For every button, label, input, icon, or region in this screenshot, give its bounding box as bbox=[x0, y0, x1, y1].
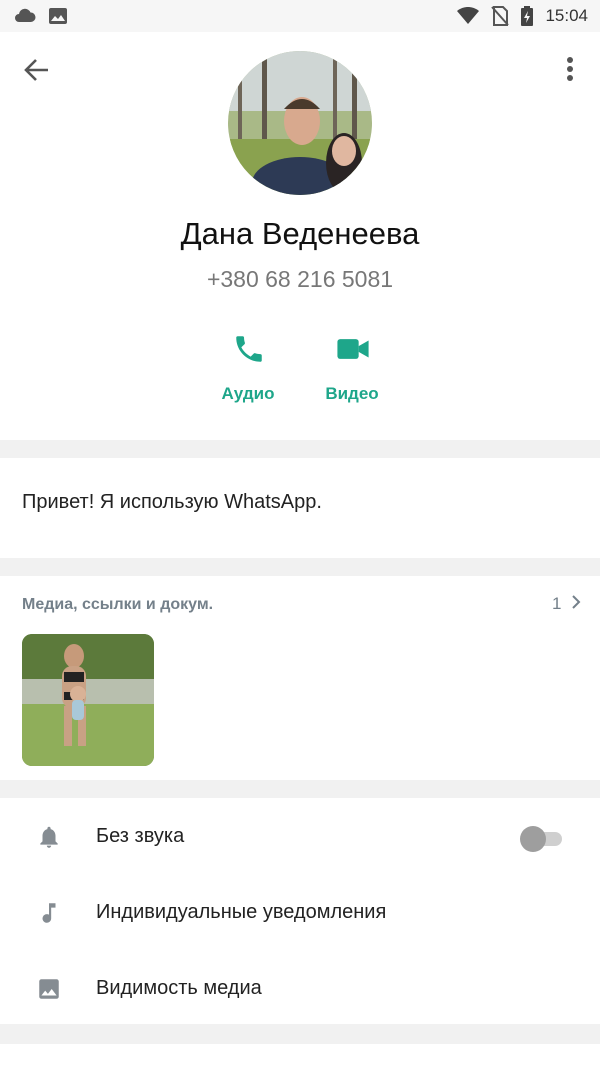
chevron-right-icon bbox=[572, 595, 581, 609]
phone-icon bbox=[236, 336, 262, 362]
back-button[interactable] bbox=[22, 56, 52, 84]
media-thumbnail[interactable] bbox=[22, 634, 154, 766]
music-note-icon bbox=[42, 903, 56, 923]
cloud-icon bbox=[15, 8, 36, 22]
video-call-button[interactable]: Видео bbox=[307, 330, 397, 414]
bell-icon bbox=[40, 826, 58, 848]
more-options-button[interactable] bbox=[558, 55, 582, 85]
contact-phone: +380 68 216 5081 bbox=[206, 266, 394, 292]
media-count-link[interactable]: 1 bbox=[552, 594, 582, 614]
status-time: 15:04 bbox=[545, 6, 588, 25]
battery-charging-icon bbox=[521, 6, 534, 26]
audio-call-label: Аудио bbox=[221, 384, 275, 403]
custom-notifications-label: Индивидуальные уведомления bbox=[96, 901, 387, 923]
media-visibility-label: Видимость медиа bbox=[96, 977, 262, 999]
custom-notifications-row[interactable]: Индивидуальные уведомления bbox=[0, 876, 600, 950]
no-sim-icon bbox=[491, 6, 510, 26]
wifi-icon bbox=[457, 7, 480, 24]
avatar[interactable] bbox=[228, 51, 372, 195]
image-icon bbox=[39, 979, 59, 999]
mute-row[interactable]: Без звука bbox=[0, 800, 600, 874]
media-visibility-row[interactable]: Видимость медиа bbox=[0, 952, 600, 1026]
mute-label: Без звука bbox=[96, 825, 185, 847]
avatar-photo bbox=[228, 51, 372, 195]
image-icon bbox=[49, 8, 67, 24]
arrow-left-icon bbox=[24, 59, 48, 81]
videocam-icon bbox=[337, 339, 369, 359]
more-vertical-icon bbox=[567, 57, 573, 81]
video-call-label: Видео bbox=[325, 384, 379, 403]
media-thumbnail-photo bbox=[22, 634, 154, 766]
mute-toggle[interactable] bbox=[518, 824, 566, 852]
media-title[interactable]: Медиа, ссылки и докум. bbox=[22, 596, 213, 614]
contact-name: Дана Веденеева bbox=[180, 216, 420, 251]
mute-toggle-knob bbox=[520, 826, 546, 852]
status-bar: 15:04 bbox=[0, 0, 600, 32]
about-text: Привет! Я использую WhatsApp. bbox=[22, 491, 322, 513]
media-count: 1 bbox=[552, 594, 562, 613]
audio-call-button[interactable]: Аудио bbox=[203, 330, 293, 414]
next-section-partial bbox=[0, 1044, 600, 1067]
